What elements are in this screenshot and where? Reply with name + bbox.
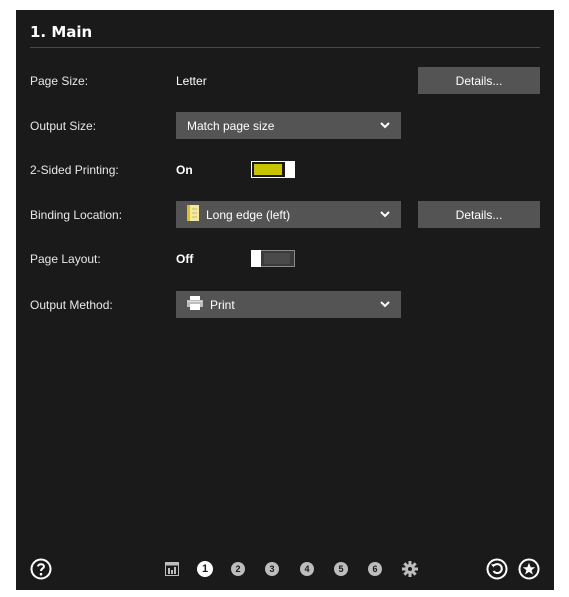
summary-icon[interactable] [165, 562, 179, 576]
long-edge-binding-icon [187, 205, 199, 224]
two-sided-state: On [176, 163, 193, 177]
footer-bar: 1 2 3 4 5 6 [16, 558, 554, 588]
output-size-label: Output Size: [30, 119, 97, 133]
toggle-fill [254, 164, 282, 175]
help-icon[interactable] [30, 558, 52, 580]
page-1-button[interactable]: 1 [197, 561, 213, 577]
page-2-button[interactable]: 2 [231, 562, 245, 576]
output-size-value: Match page size [187, 118, 275, 133]
two-sided-toggle[interactable] [251, 161, 295, 178]
output-size-dropdown[interactable]: Match page size [176, 112, 401, 139]
output-method-value: Print [210, 297, 235, 312]
page-5-button[interactable]: 5 [334, 562, 348, 576]
page-layout-toggle[interactable] [251, 250, 295, 267]
page-6-button[interactable]: 6 [368, 562, 382, 576]
title-divider [30, 47, 540, 48]
output-method-label: Output Method: [30, 298, 113, 312]
page-4-button[interactable]: 4 [300, 562, 314, 576]
toggle-knob [251, 250, 261, 267]
two-sided-label: 2-Sided Printing: [30, 163, 119, 177]
chevron-down-icon [380, 301, 390, 308]
page-size-details-button[interactable]: Details... [418, 67, 540, 94]
page-3-button[interactable]: 3 [265, 562, 279, 576]
printer-icon [187, 296, 203, 313]
reset-icon[interactable] [486, 558, 508, 580]
settings-gear-icon[interactable] [402, 561, 418, 577]
binding-location-dropdown[interactable]: Long edge (left) [176, 201, 401, 228]
binding-location-value: Long edge (left) [206, 207, 291, 222]
page-layout-state: Off [176, 252, 194, 266]
page-size-value: Letter [176, 74, 207, 88]
page-size-label: Page Size: [30, 74, 89, 88]
toggle-track [264, 253, 290, 264]
page-layout-label: Page Layout: [30, 252, 101, 266]
chevron-down-icon [380, 211, 390, 218]
toggle-knob [285, 161, 295, 178]
section-title: 1. Main [30, 23, 93, 41]
favorites-star-icon[interactable] [518, 558, 540, 580]
output-method-dropdown[interactable]: Print [176, 291, 401, 318]
chevron-down-icon [380, 122, 390, 129]
print-settings-panel: 1. Main Page Size: Letter Details... Out… [16, 10, 554, 590]
binding-location-label: Binding Location: [30, 208, 123, 222]
binding-details-button[interactable]: Details... [418, 201, 540, 228]
